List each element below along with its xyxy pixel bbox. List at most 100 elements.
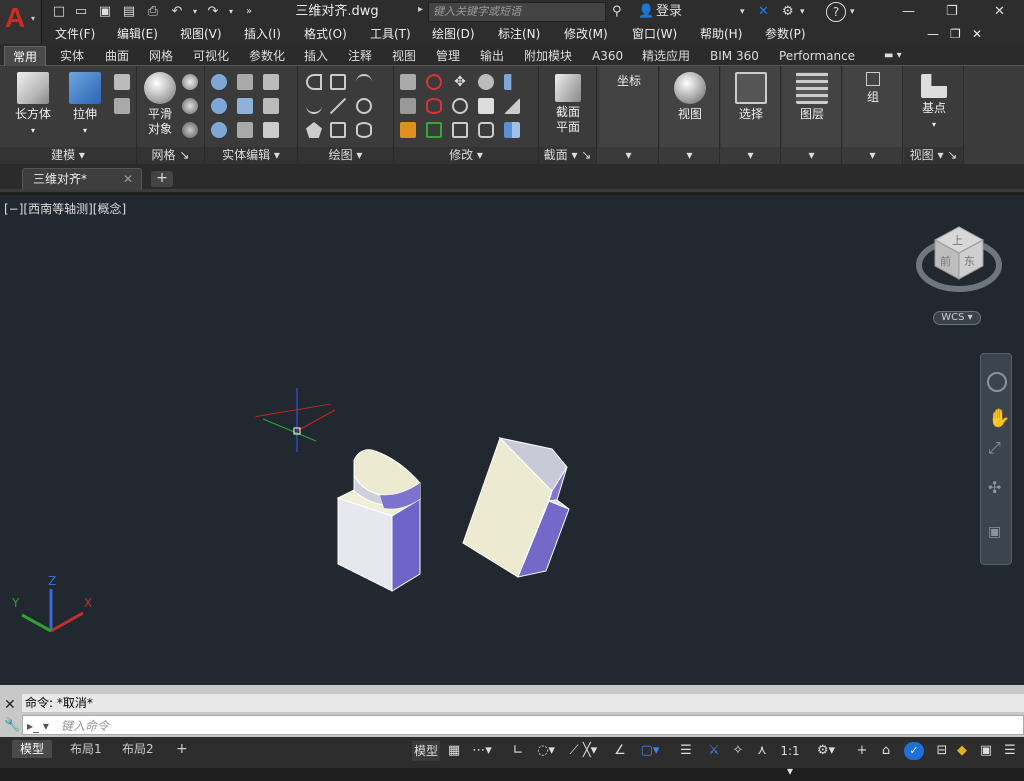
user-icon[interactable]: 👤 <box>638 2 654 22</box>
trim-icon[interactable] <box>400 74 416 90</box>
separate-icon[interactable] <box>263 74 279 90</box>
3d-rotate-icon[interactable] <box>426 74 442 90</box>
box-button[interactable]: 长方体 ▾ <box>10 72 56 138</box>
minimize-icon[interactable]: — <box>902 2 915 22</box>
panel-coordinates[interactable]: 坐标 ▾ <box>599 66 659 164</box>
close-command-line-icon[interactable]: ✕ <box>4 697 16 713</box>
panel-label-section[interactable]: 截面 ▾ ↘ <box>539 147 596 164</box>
object-snap-tracking-icon[interactable]: ╳▾ <box>576 741 604 761</box>
layers-button[interactable]: 图层 <box>782 72 842 122</box>
tab-bim360[interactable]: BIM 360 <box>708 46 761 66</box>
smooth-object-button[interactable]: 平滑 对象 <box>140 72 180 137</box>
line-icon[interactable] <box>330 98 346 114</box>
solid-rotated-block[interactable] <box>462 437 570 578</box>
chamfer-icon[interactable] <box>504 98 520 114</box>
view-expand-icon[interactable]: ▾ <box>660 147 719 164</box>
panel-label-solid-editing[interactable]: 实体编辑 ▾ <box>205 147 297 164</box>
redo-dropdown-icon[interactable]: ▾ <box>222 3 240 21</box>
menu-draw[interactable]: 绘图(D) <box>432 24 475 44</box>
save-as-icon[interactable]: ▤ <box>120 3 138 21</box>
annotation-visibility-icon[interactable]: ⚔ <box>704 741 724 761</box>
steering-wheel-icon[interactable] <box>987 372 1007 392</box>
slice-icon[interactable] <box>237 98 253 114</box>
polyline-icon[interactable] <box>306 74 322 90</box>
select-button[interactable]: 选择 <box>721 72 781 122</box>
tab-home[interactable]: 常用 <box>4 46 47 66</box>
save-icon[interactable]: ▣ <box>96 3 114 21</box>
subtract-icon[interactable] <box>211 98 227 114</box>
close-icon[interactable]: ✕ <box>994 2 1005 22</box>
search-expand-icon[interactable]: ▸ <box>418 4 423 15</box>
view-button[interactable]: 视图 <box>660 72 720 122</box>
autodesk-a360-icon[interactable]: ⚙ <box>782 2 794 22</box>
fillet-icon[interactable] <box>400 98 416 114</box>
clean-screen-icon[interactable]: ▣ <box>976 741 996 761</box>
wcs-menu[interactable]: WCS ▾ <box>933 311 981 325</box>
exchange-icon[interactable]: ✕ <box>758 2 769 22</box>
workspace-gear-icon[interactable]: ⚙▾ <box>812 741 840 761</box>
grid-icon[interactable]: ▦ <box>444 741 464 761</box>
viewcube-top-face[interactable]: 上 <box>952 234 963 247</box>
presspull-icon[interactable] <box>114 74 130 90</box>
layout-tab-2[interactable]: 布局2 <box>114 740 162 758</box>
3d-move-icon[interactable] <box>426 98 442 114</box>
menu-window[interactable]: 窗口(W) <box>632 24 677 44</box>
polygon-icon[interactable] <box>306 122 322 138</box>
viewcube-front-face[interactable]: 前 <box>940 254 951 268</box>
tab-performance[interactable]: Performance <box>777 46 857 66</box>
file-tab[interactable]: 三维对齐* ✕ <box>22 168 142 190</box>
a360-dropdown-icon[interactable]: ▾ <box>800 2 805 22</box>
menu-file[interactable]: 文件(F) <box>55 24 95 44</box>
spline-icon[interactable] <box>306 98 322 114</box>
lock-ui-icon[interactable]: ⊟ <box>932 741 952 761</box>
login-dropdown-icon[interactable]: ▾ <box>740 2 745 22</box>
extrude-button[interactable]: 拉伸 ▾ <box>62 72 108 138</box>
helix-icon[interactable] <box>330 74 346 90</box>
panel-label-modify[interactable]: 修改 ▾ <box>394 147 538 164</box>
close-tab-icon[interactable]: ✕ <box>123 169 133 189</box>
doc-close-icon[interactable]: ✕ <box>972 24 982 44</box>
tab-solid[interactable]: 实体 <box>58 46 86 66</box>
layout-tab-model[interactable]: 模型 <box>12 740 53 758</box>
panel-label-draw[interactable]: 绘图 ▾ <box>298 147 393 164</box>
units-icon[interactable]: ⌂ <box>876 741 896 761</box>
union-icon[interactable] <box>211 74 227 90</box>
drawing-viewport[interactable]: [−][西南等轴测][概念] Z X Y 上 前 东 WCS ▾ ✋ ⤢ ✣ ▣ <box>0 195 1024 685</box>
3d-align-icon[interactable] <box>426 122 442 138</box>
showmotion-icon[interactable]: ▣ <box>988 524 1001 540</box>
copy-icon[interactable] <box>478 74 494 90</box>
tab-view[interactable]: 视图 <box>390 46 418 66</box>
solid-box-with-half-cylinder[interactable] <box>336 449 422 592</box>
layout-tab-1[interactable]: 布局1 <box>62 740 110 758</box>
auto-scale-icon[interactable]: ✧ <box>728 741 748 761</box>
erase-icon[interactable] <box>400 122 416 138</box>
object-snap-icon[interactable]: ∠ <box>610 741 630 761</box>
basepoint-button[interactable]: 基点 ▾ <box>904 74 964 132</box>
undo-icon[interactable]: ↶ <box>168 3 186 21</box>
viewcube-right-face[interactable]: 东 <box>964 255 975 268</box>
mesh-smooth-more-icon[interactable] <box>182 74 198 90</box>
new-file-icon[interactable]: □ <box>50 3 68 21</box>
quick-properties-icon[interactable]: ✓ <box>904 742 924 760</box>
doc-restore-icon[interactable]: ❐ <box>950 24 961 44</box>
menu-modify[interactable]: 修改(M) <box>564 24 608 44</box>
ortho-icon[interactable]: ∟ <box>508 741 528 761</box>
command-input[interactable]: ▸_ ▾ 键入命令 <box>22 715 1024 735</box>
section-plane-button[interactable]: 截面 平面 <box>547 74 589 135</box>
mesh-refine-icon[interactable] <box>182 122 198 138</box>
menu-dimension[interactable]: 标注(N) <box>498 24 540 44</box>
panel-layers[interactable]: 图层 ▾ <box>782 66 842 164</box>
coords-expand-icon[interactable]: ▾ <box>599 147 658 164</box>
tab-visualize[interactable]: 可视化 <box>191 46 231 66</box>
arc-icon[interactable] <box>356 74 372 90</box>
tab-manage[interactable]: 管理 <box>434 46 462 66</box>
tab-a360[interactable]: A360 <box>590 46 625 66</box>
layers-expand-icon[interactable]: ▾ <box>782 147 841 164</box>
extract-edges-icon[interactable] <box>237 74 253 90</box>
panel-selection[interactable]: 选择 ▾ <box>721 66 781 164</box>
ribbon-toggle-icon[interactable]: ▬ ▾ <box>882 46 904 66</box>
login-label[interactable]: 登录 <box>656 2 682 22</box>
tab-addins[interactable]: 附加模块 <box>522 46 574 66</box>
polar-tracking-icon[interactable]: ◌▾ <box>532 741 560 761</box>
snap-icon[interactable]: ⋯▾ <box>468 741 496 761</box>
